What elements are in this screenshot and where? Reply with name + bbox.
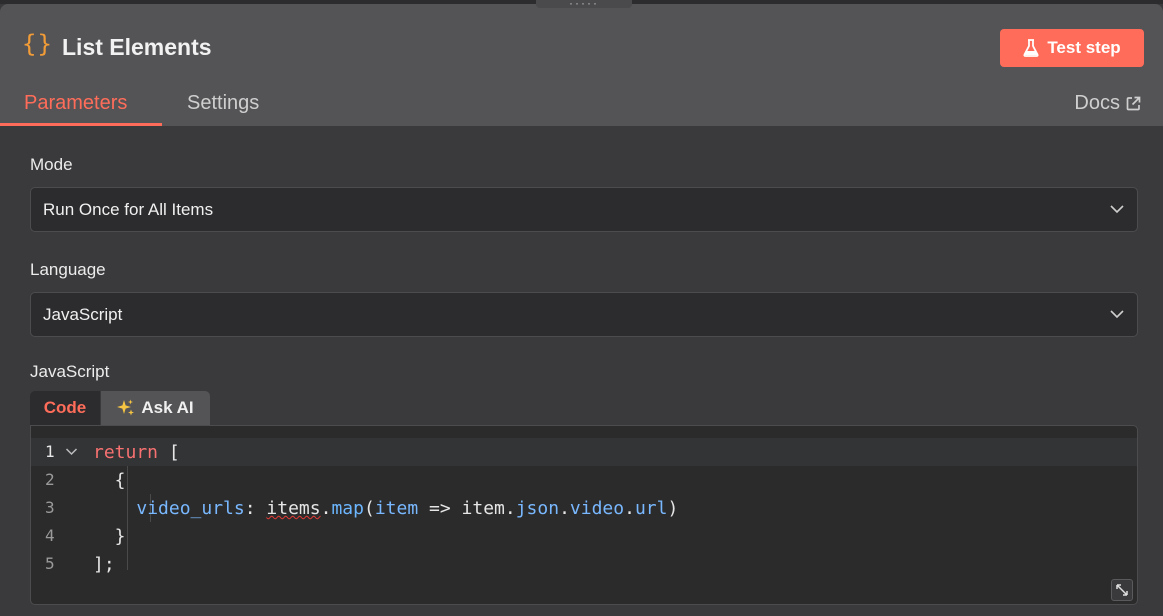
- tab-parameters-label: Parameters: [24, 92, 128, 114]
- language-label: Language: [30, 260, 106, 279]
- braces-icon: {}: [22, 30, 53, 58]
- external-link-icon: [1126, 96, 1141, 111]
- test-step-button[interactable]: Test step: [1000, 29, 1144, 67]
- expand-icon: [1116, 584, 1128, 596]
- chevron-down-icon: [1110, 205, 1124, 214]
- panel-header: {} List Elements Test step Parameters Se…: [0, 4, 1163, 126]
- tab-code[interactable]: Code: [30, 391, 100, 425]
- code-text: {: [93, 470, 126, 491]
- code-editor[interactable]: 1 return [ 2 { 3 video_urls: items.map(i…: [30, 425, 1138, 605]
- chevron-down-icon: [1110, 310, 1124, 319]
- code-line[interactable]: 4 }: [31, 522, 1137, 550]
- fold-chevron-icon[interactable]: [65, 445, 78, 458]
- mode-label: Mode: [30, 155, 73, 174]
- code-text: video_urls: items.map(item => item.json.…: [136, 498, 679, 519]
- code-line[interactable]: 3 video_urls: items.map(item => item.jso…: [31, 494, 1137, 522]
- mode-value: Run Once for All Items: [43, 200, 214, 219]
- line-number: 4: [45, 526, 55, 545]
- language-select[interactable]: JavaScript: [30, 292, 1138, 337]
- docs-link[interactable]: Docs: [1074, 92, 1141, 115]
- drag-handle[interactable]: ·····: [536, 0, 632, 10]
- tab-settings[interactable]: Settings: [187, 92, 259, 115]
- line-number: 1: [45, 442, 55, 461]
- flask-icon: [1023, 39, 1039, 57]
- node-title[interactable]: List Elements: [62, 34, 212, 61]
- line-number: 5: [45, 554, 55, 573]
- code-text: ];: [93, 554, 115, 575]
- code-text: }: [93, 526, 126, 547]
- active-tab-underline: [0, 123, 162, 126]
- docs-label: Docs: [1074, 92, 1120, 114]
- tab-bar: Parameters Settings Docs: [0, 84, 1163, 126]
- sparkles-icon: [117, 399, 135, 416]
- code-line[interactable]: 2 {: [31, 466, 1137, 494]
- test-step-label: Test step: [1047, 38, 1121, 57]
- code-text: return [: [93, 442, 180, 463]
- code-line[interactable]: 5 ];: [31, 550, 1137, 578]
- code-line[interactable]: 1 return [: [31, 438, 1137, 466]
- expand-editor-button[interactable]: [1111, 579, 1133, 601]
- line-number: 2: [45, 470, 55, 489]
- drag-handle-dots: ·····: [569, 0, 599, 10]
- tab-parameters[interactable]: Parameters: [0, 84, 162, 126]
- ask-ai-label: Ask AI: [141, 398, 194, 417]
- code-field-label: JavaScript: [30, 362, 110, 381]
- node-panel: {} List Elements Test step Parameters Se…: [0, 4, 1163, 616]
- line-number: 3: [45, 498, 55, 517]
- language-value: JavaScript: [43, 305, 123, 324]
- tab-ask-ai[interactable]: Ask AI: [101, 391, 210, 425]
- mode-select[interactable]: Run Once for All Items: [30, 187, 1138, 232]
